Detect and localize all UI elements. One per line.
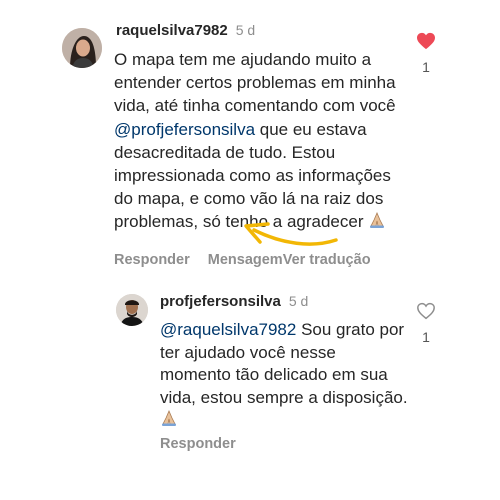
timestamp: 5 d: [288, 293, 309, 309]
like-count: 1: [422, 59, 430, 75]
see-translation-button[interactable]: Ver tradução: [283, 252, 371, 268]
like-area-2: 1: [414, 302, 438, 345]
username[interactable]: profjefersonsilva: [160, 293, 281, 310]
heart-filled-icon[interactable]: [416, 32, 436, 54]
avatar-photo-1: [62, 28, 102, 68]
reply-button[interactable]: Responder: [114, 252, 190, 268]
folded-hands-emoji: [160, 409, 178, 434]
comment-1-header: raquelsilva7982 5 d: [116, 22, 255, 40]
folded-hands-emoji: [368, 211, 386, 235]
comment-2-actions: Responder: [160, 435, 236, 453]
username[interactable]: raquelsilva7982: [116, 22, 228, 39]
like-count: 1: [422, 329, 430, 345]
avatar-profjefersonsilva[interactable]: [116, 294, 148, 326]
message-button[interactable]: Mensagem: [208, 252, 283, 268]
annotation-arrow: [244, 222, 338, 246]
comment-1-text: O mapa tem me ajudando muito a entender …: [114, 48, 414, 236]
reply-button[interactable]: Responder: [160, 436, 236, 452]
comment-2-text: @raquelsilva7982 Sou grato por ter ajuda…: [160, 319, 410, 434]
mention-link[interactable]: @profjefersonsilva: [114, 120, 255, 139]
timestamp: 5 d: [235, 22, 256, 38]
mention-link[interactable]: @raquelsilva7982: [160, 320, 296, 339]
heart-outline-icon[interactable]: [416, 302, 436, 324]
comment-text: O mapa tem me ajudando muito a entender …: [114, 50, 396, 116]
avatar-raquelsilva7982[interactable]: [62, 28, 102, 68]
like-area-1: 1: [414, 32, 438, 75]
comment-2-header: profjefersonsilva 5 d: [160, 293, 308, 311]
avatar-photo-2: [116, 294, 148, 326]
